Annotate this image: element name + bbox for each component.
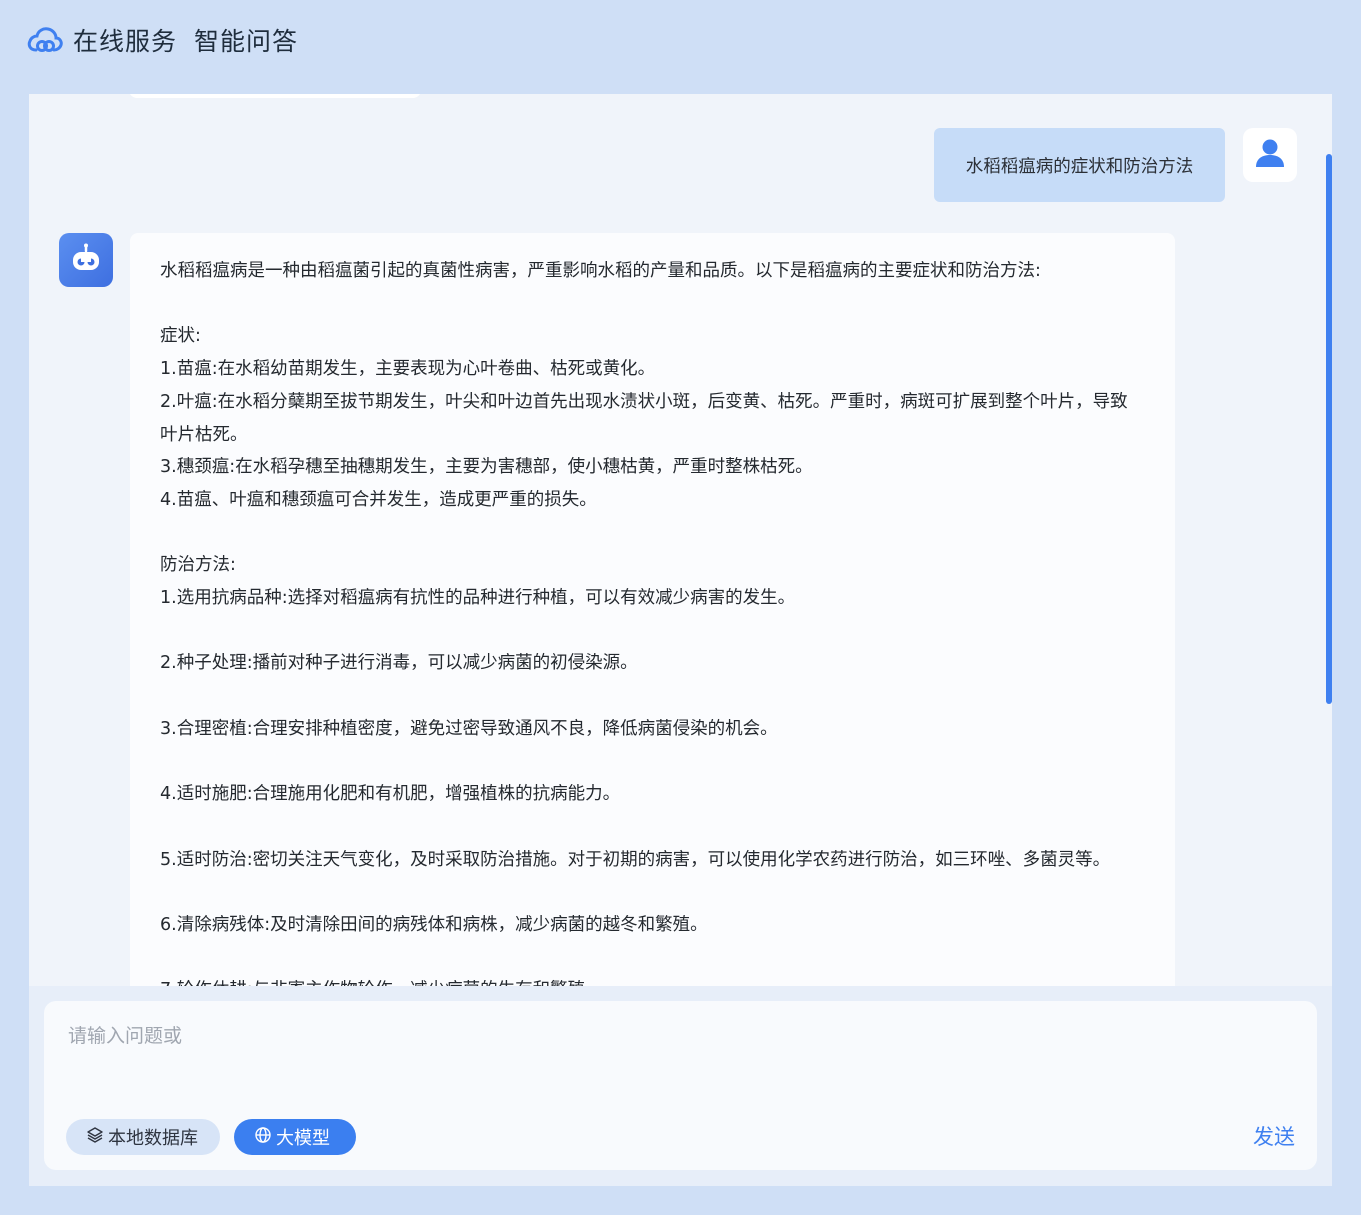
bot-message-line: 1.选用抗病品种:选择对稻瘟病有抗性的品种进行种植，可以有效减少病害的发生。: [160, 588, 796, 608]
bot-message-line: 4.苗瘟、叶瘟和穗颈瘟可合并发生，造成更严重的损失。: [160, 489, 597, 510]
bot-message-line: 7.轮作休耕:与非寄主作物轮作，减少病菌的生存和繁殖。: [160, 974, 1145, 986]
bot-message-line: 水稻稻瘟病是一种由稻瘟菌引起的真菌性病害，严重影响水稻的产量和品质。以下是稻瘟病…: [160, 261, 1041, 281]
chat-area[interactable]: 水稻稻瘟病的症状和防治方法 水稻稻瘟病是一种由稻瘟菌引起的真菌性病害，严重影响水…: [29, 94, 1332, 986]
bot-message-line: 1.苗瘟:在水稻幼苗期发生，主要表现为心叶卷曲、枯死或黄化。: [160, 359, 656, 380]
bot-message-card: 水稻稻瘟病是一种由稻瘟菌引起的真菌性病害，严重影响水稻的产量和品质。以下是稻瘟病…: [130, 233, 1175, 986]
user-avatar: [1243, 128, 1297, 182]
large-model-chip[interactable]: 大模型: [234, 1119, 356, 1155]
bot-message-line: 6.清除病残体:及时清除田间的病残体和病株，减少病菌的越冬和繁殖。: [160, 914, 708, 935]
question-input[interactable]: [66, 1019, 1290, 1083]
bot-message-line: 5.适时防治:密切关注天气变化，及时采取防治措施。对于初期的病害，可以使用化学农…: [160, 849, 1111, 870]
bot-message-line: 4.适时施肥:合理施用化肥和有机肥，增强植株的抗病能力。: [160, 784, 621, 805]
bot-message-line: [160, 942, 1145, 975]
bot-message-line: [160, 517, 1145, 550]
cloud-link-icon: [26, 24, 64, 58]
bot-message-line: [160, 811, 1145, 844]
bot-message-line: [160, 680, 1145, 713]
send-button[interactable]: 发送: [1253, 1121, 1295, 1151]
input-box: 本地数据库 大模型 发送: [44, 1001, 1317, 1170]
globe-icon: [254, 1126, 276, 1149]
large-model-label: 大模型: [276, 1128, 330, 1149]
bot-message-line: [160, 876, 1145, 909]
bot-message-line: 3.穗颈瘟:在水稻孕穗至抽穗期发生，主要为害穗部，使小穗枯黄，严重时整株枯死。: [160, 457, 813, 478]
bot-message-line: 2.叶瘟:在水稻分蘖期至拔节期发生，叶尖和叶边首先出现水渍状小斑，后变黄、枯死。…: [160, 391, 1128, 445]
robot-icon: [69, 241, 103, 279]
bot-avatar: [59, 233, 113, 287]
bot-message-line: 3.合理密植:合理安排种植密度，避免过密导致通风不良，降低病菌侵染的机会。: [160, 718, 778, 739]
user-message-bubble: 水稻稻瘟病的症状和防治方法: [934, 128, 1225, 202]
local-database-chip[interactable]: 本地数据库: [66, 1119, 220, 1155]
user-icon: [1253, 136, 1287, 174]
previous-message-card: [129, 94, 421, 98]
bot-message-line: [160, 288, 1145, 321]
app-header: 在线服务 智能问答: [0, 0, 1361, 94]
chat-scrollbar[interactable]: [1326, 154, 1332, 704]
app-title: 在线服务: [73, 27, 178, 56]
user-message-text: 水稻稻瘟病的症状和防治方法: [965, 156, 1194, 177]
bot-message-line: 症状:: [160, 326, 201, 347]
input-panel: 本地数据库 大模型 发送: [29, 986, 1332, 1186]
layers-icon: [86, 1126, 108, 1149]
bot-message-line: 2.种子处理:播前对种子进行消毒，可以减少病菌的初侵染源。: [160, 653, 638, 674]
bot-message-line: [160, 615, 1145, 648]
local-database-label: 本地数据库: [108, 1128, 198, 1149]
page-title: 智能问答: [194, 27, 299, 56]
bot-message-line: [160, 745, 1145, 778]
bot-message-line: 防治方法:: [160, 555, 236, 576]
